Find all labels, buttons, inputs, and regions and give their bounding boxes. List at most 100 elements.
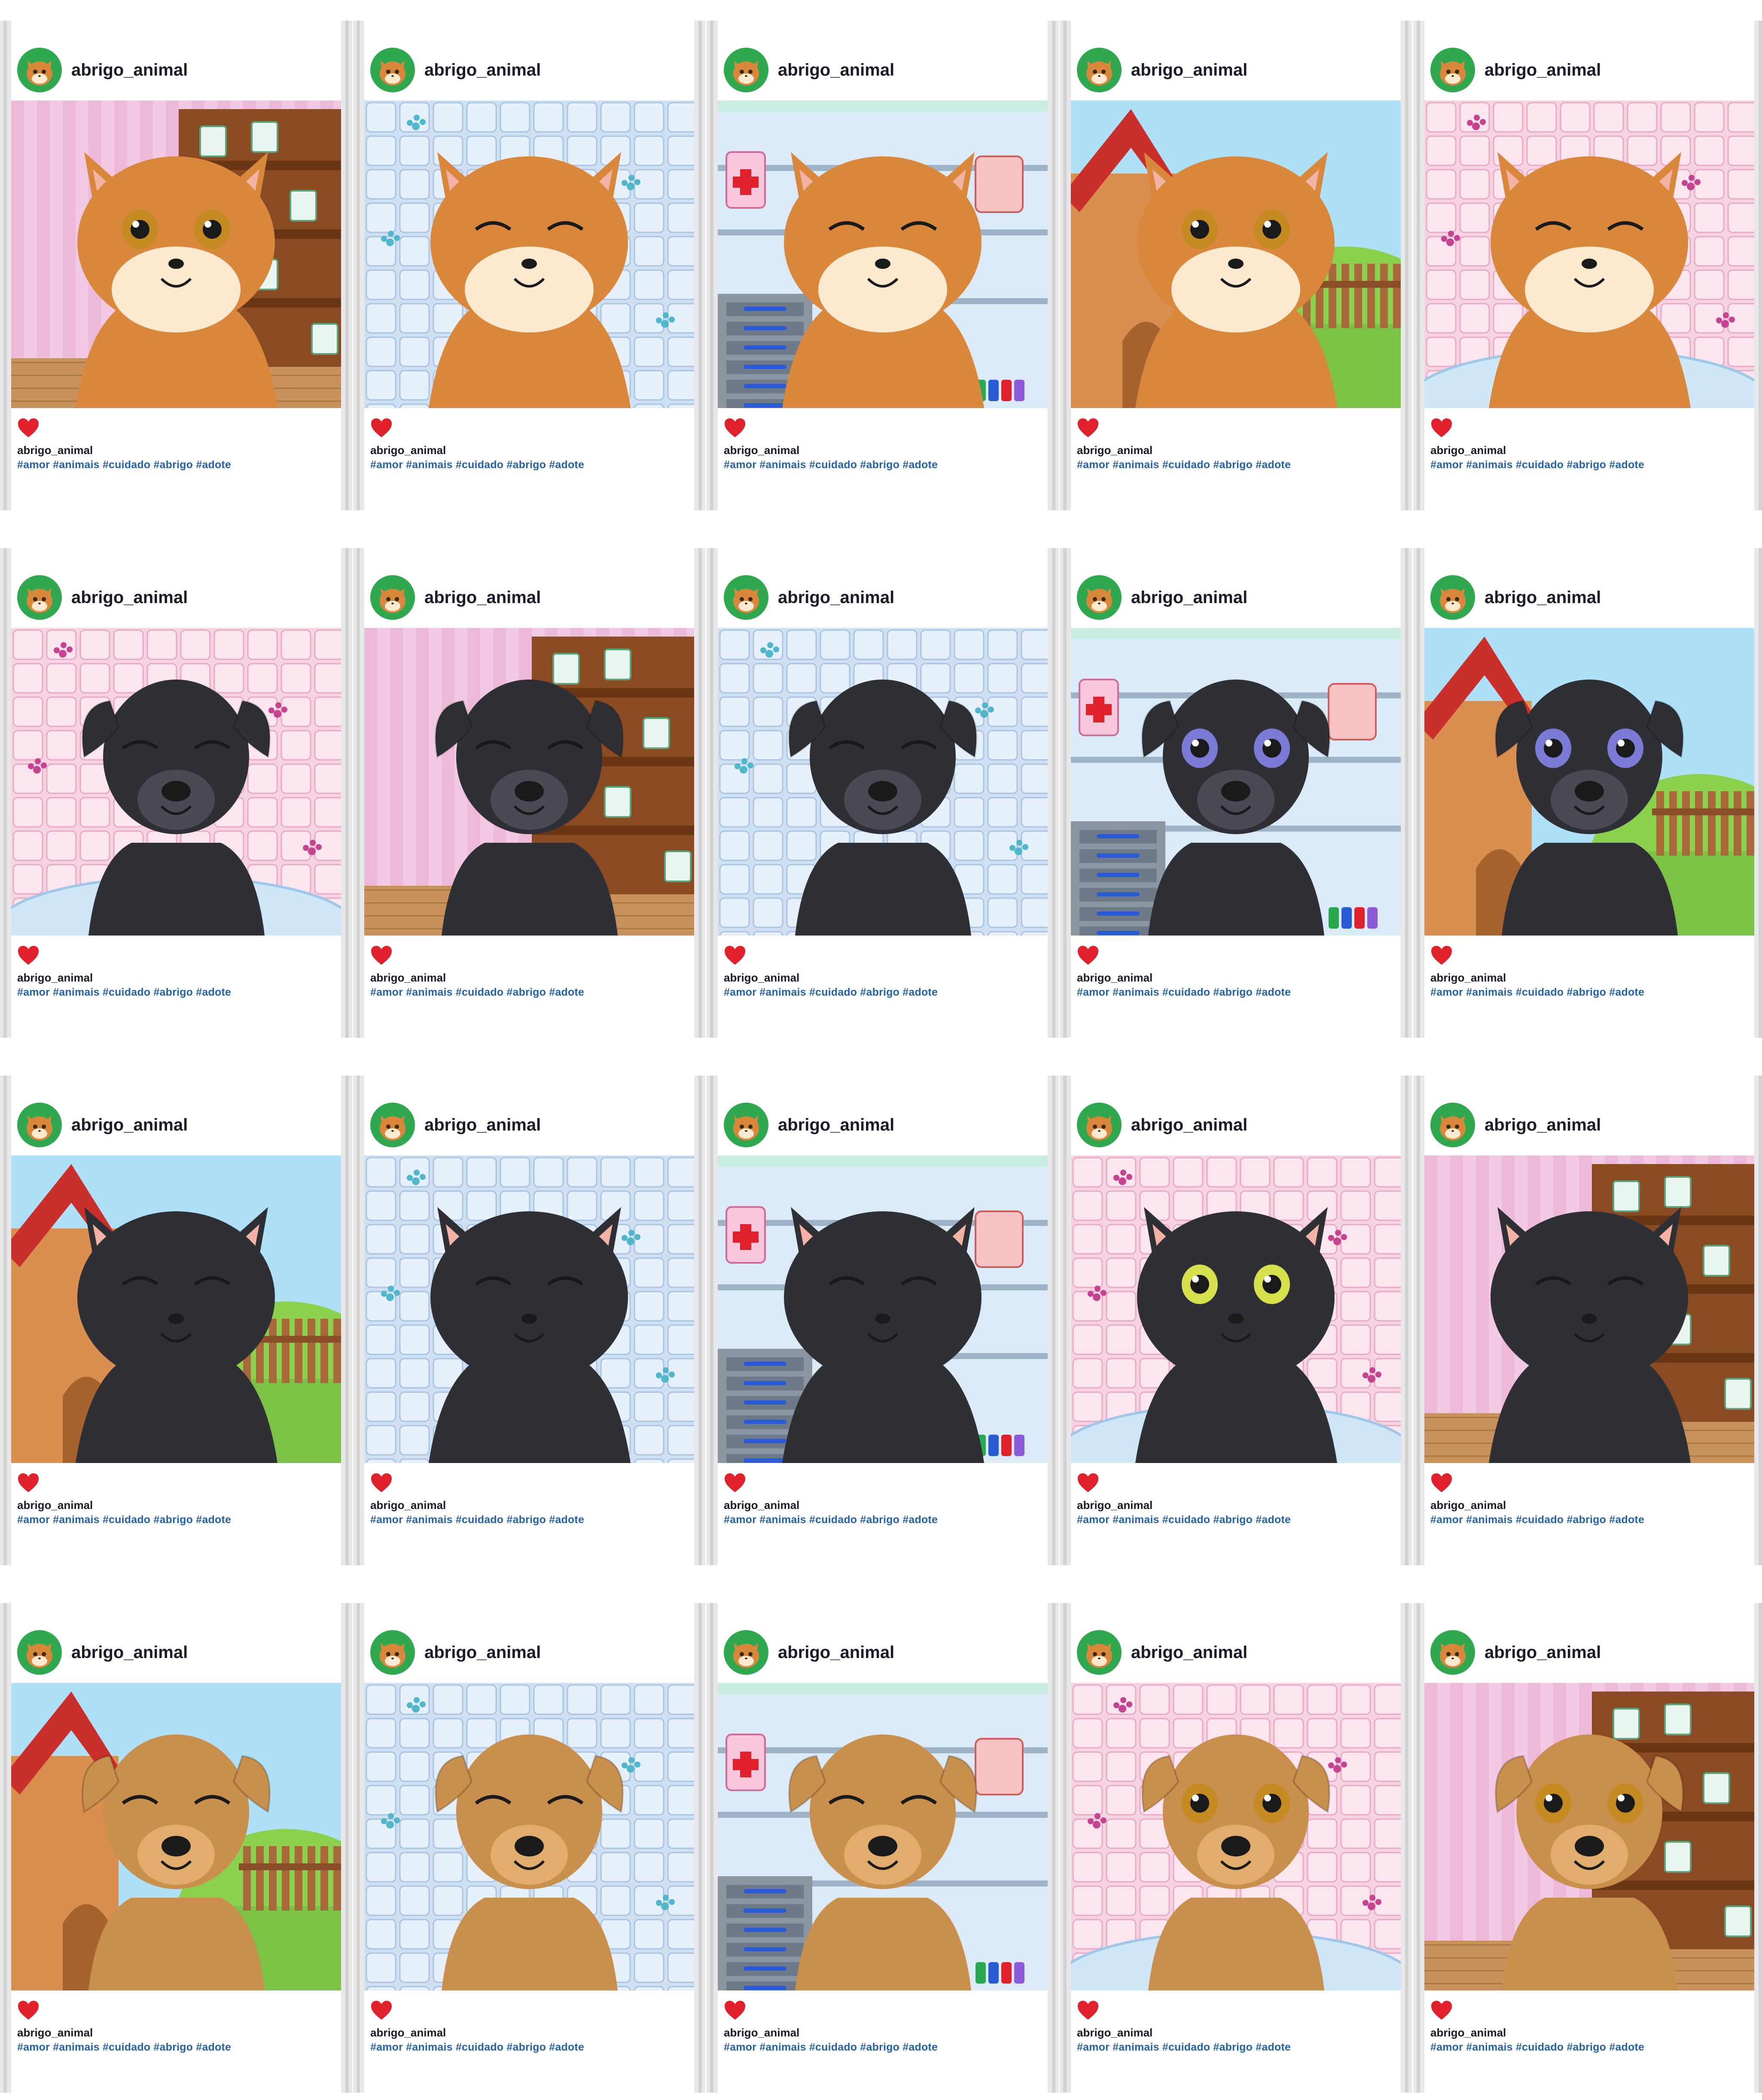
post-username[interactable]: abrigo_animal: [1485, 588, 1601, 607]
post-photo[interactable]: [11, 628, 341, 936]
avatar[interactable]: [724, 575, 768, 620]
caption-hashtags[interactable]: #amor #animais #cuidado #abrigo #adote: [724, 1514, 1042, 1526]
heart-icon[interactable]: [17, 945, 40, 966]
heart-icon[interactable]: [724, 2000, 746, 2021]
post-card[interactable]: abrigo_animal abrigo_animal #amor #anima…: [353, 1076, 705, 1565]
caption-hashtags[interactable]: #amor #animais #cuidado #abrigo #adote: [17, 1514, 335, 1526]
heart-icon[interactable]: [17, 1472, 40, 1493]
post-photo[interactable]: [1071, 101, 1401, 408]
caption-username[interactable]: abrigo_animal: [370, 2026, 688, 2039]
post-username[interactable]: abrigo_animal: [1131, 61, 1247, 80]
caption-username[interactable]: abrigo_animal: [1430, 444, 1748, 457]
post-username[interactable]: abrigo_animal: [1485, 1116, 1601, 1135]
caption-hashtags[interactable]: #amor #animais #cuidado #abrigo #adote: [370, 986, 688, 999]
caption-username[interactable]: abrigo_animal: [17, 2026, 335, 2039]
heart-icon[interactable]: [370, 1472, 393, 1493]
caption-hashtags[interactable]: #amor #animais #cuidado #abrigo #adote: [724, 459, 1042, 471]
post-username[interactable]: abrigo_animal: [71, 61, 188, 80]
post-username[interactable]: abrigo_animal: [1131, 1643, 1247, 1662]
caption-hashtags[interactable]: #amor #animais #cuidado #abrigo #adote: [1077, 986, 1395, 999]
post-photo[interactable]: [11, 1155, 341, 1463]
caption-username[interactable]: abrigo_animal: [370, 971, 688, 984]
avatar[interactable]: [1077, 1103, 1122, 1147]
post-username[interactable]: abrigo_animal: [1131, 1116, 1247, 1135]
post-card[interactable]: abrigo_animal abrigo_animal #amor #anima…: [1060, 548, 1412, 1038]
caption-username[interactable]: abrigo_animal: [1077, 971, 1395, 984]
post-username[interactable]: abrigo_animal: [71, 588, 188, 607]
post-photo[interactable]: [364, 1683, 694, 1990]
caption-hashtags[interactable]: #amor #animais #cuidado #abrigo #adote: [724, 986, 1042, 999]
post-card[interactable]: abrigo_animal abrigo_animal #amor #anima…: [1413, 21, 1762, 510]
post-card[interactable]: abrigo_animal abrigo_animal #amor #anima…: [1413, 1603, 1762, 2093]
post-username[interactable]: abrigo_animal: [424, 1643, 541, 1662]
caption-username[interactable]: abrigo_animal: [724, 1499, 1042, 1512]
caption-hashtags[interactable]: #amor #animais #cuidado #abrigo #adote: [1077, 459, 1395, 471]
heart-icon[interactable]: [17, 2000, 40, 2021]
heart-icon[interactable]: [724, 418, 746, 438]
post-card[interactable]: abrigo_animal abrigo_animal #amor #anima…: [0, 21, 352, 510]
caption-hashtags[interactable]: #amor #animais #cuidado #abrigo #adote: [370, 2041, 688, 2054]
post-username[interactable]: abrigo_animal: [1485, 1643, 1601, 1662]
heart-icon[interactable]: [1077, 418, 1099, 438]
avatar[interactable]: [17, 48, 62, 92]
post-username[interactable]: abrigo_animal: [1131, 588, 1247, 607]
avatar[interactable]: [724, 1630, 768, 1675]
post-photo[interactable]: [1424, 1683, 1754, 1990]
caption-hashtags[interactable]: #amor #animais #cuidado #abrigo #adote: [1430, 2041, 1748, 2054]
caption-username[interactable]: abrigo_animal: [1077, 1499, 1395, 1512]
post-photo[interactable]: [1071, 1683, 1401, 1990]
caption-username[interactable]: abrigo_animal: [370, 1499, 688, 1512]
avatar[interactable]: [370, 1103, 415, 1147]
caption-username[interactable]: abrigo_animal: [1430, 2026, 1748, 2039]
heart-icon[interactable]: [1077, 2000, 1099, 2021]
post-photo[interactable]: [364, 1155, 694, 1463]
post-username[interactable]: abrigo_animal: [778, 1643, 894, 1662]
post-card[interactable]: abrigo_animal abrigo_animal #amor #anima…: [0, 1603, 352, 2093]
heart-icon[interactable]: [1430, 418, 1453, 438]
heart-icon[interactable]: [724, 945, 746, 966]
post-username[interactable]: abrigo_animal: [424, 1116, 541, 1135]
post-photo[interactable]: [1424, 628, 1754, 936]
avatar[interactable]: [1430, 1103, 1475, 1147]
caption-hashtags[interactable]: #amor #animais #cuidado #abrigo #adote: [1430, 986, 1748, 999]
avatar[interactable]: [370, 1630, 415, 1675]
caption-username[interactable]: abrigo_animal: [724, 2026, 1042, 2039]
caption-hashtags[interactable]: #amor #animais #cuidado #abrigo #adote: [1430, 1514, 1748, 1526]
post-photo[interactable]: [364, 628, 694, 936]
post-card[interactable]: abrigo_animal abrigo_animal #amor #anima…: [353, 21, 705, 510]
heart-icon[interactable]: [17, 418, 40, 438]
caption-username[interactable]: abrigo_animal: [1077, 444, 1395, 457]
post-photo[interactable]: [718, 101, 1048, 408]
post-card[interactable]: abrigo_animal abrigo_animal #amor #anima…: [0, 548, 352, 1038]
caption-hashtags[interactable]: #amor #animais #cuidado #abrigo #adote: [1430, 459, 1748, 471]
post-username[interactable]: abrigo_animal: [778, 1116, 894, 1135]
post-card[interactable]: abrigo_animal abrigo_animal #amor #anima…: [1413, 1076, 1762, 1565]
post-username[interactable]: abrigo_animal: [71, 1643, 188, 1662]
heart-icon[interactable]: [1077, 945, 1099, 966]
heart-icon[interactable]: [1430, 1472, 1453, 1493]
caption-username[interactable]: abrigo_animal: [17, 444, 335, 457]
caption-username[interactable]: abrigo_animal: [17, 971, 335, 984]
avatar[interactable]: [1430, 48, 1475, 92]
caption-hashtags[interactable]: #amor #animais #cuidado #abrigo #adote: [17, 2041, 335, 2054]
heart-icon[interactable]: [724, 1472, 746, 1493]
avatar[interactable]: [1077, 575, 1122, 620]
post-photo[interactable]: [11, 101, 341, 408]
heart-icon[interactable]: [370, 2000, 393, 2021]
post-username[interactable]: abrigo_animal: [1485, 61, 1601, 80]
avatar[interactable]: [724, 48, 768, 92]
caption-username[interactable]: abrigo_animal: [1430, 971, 1748, 984]
avatar[interactable]: [1077, 1630, 1122, 1675]
caption-username[interactable]: abrigo_animal: [1077, 2026, 1395, 2039]
post-photo[interactable]: [1071, 1155, 1401, 1463]
post-card[interactable]: abrigo_animal abrigo_animal #amor #anima…: [1413, 548, 1762, 1038]
caption-hashtags[interactable]: #amor #animais #cuidado #abrigo #adote: [370, 459, 688, 471]
post-card[interactable]: abrigo_animal abrigo_animal #amor #anima…: [707, 1603, 1059, 2093]
caption-hashtags[interactable]: #amor #animais #cuidado #abrigo #adote: [1077, 1514, 1395, 1526]
post-username[interactable]: abrigo_animal: [71, 1116, 188, 1135]
caption-username[interactable]: abrigo_animal: [724, 971, 1042, 984]
post-username[interactable]: abrigo_animal: [424, 61, 541, 80]
avatar[interactable]: [370, 575, 415, 620]
post-card[interactable]: abrigo_animal abrigo_animal #amor #anima…: [707, 548, 1059, 1038]
avatar[interactable]: [17, 1630, 62, 1675]
